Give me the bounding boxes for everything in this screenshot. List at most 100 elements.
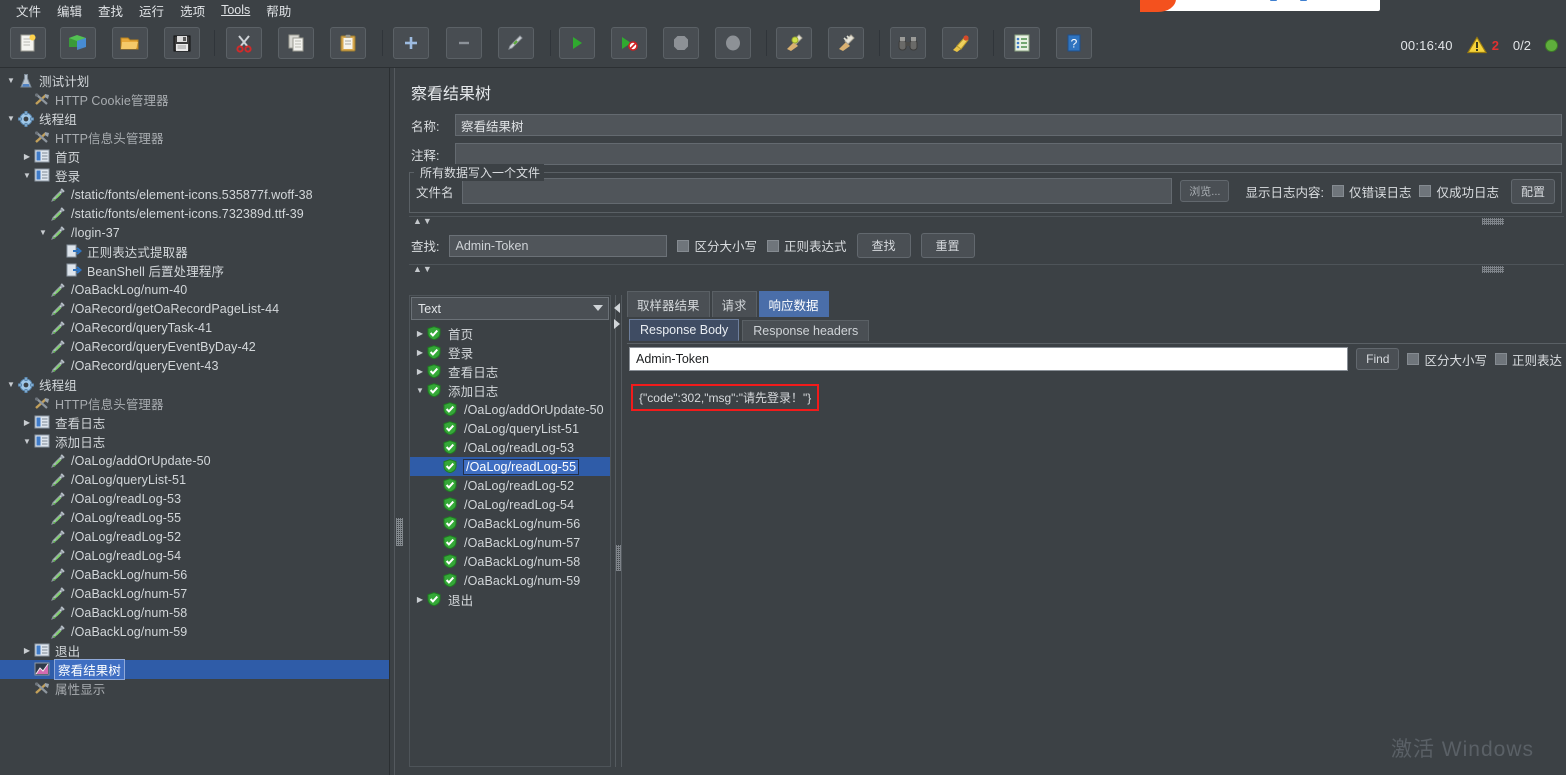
help-button[interactable]: ? (1056, 27, 1092, 59)
errors-only-checkbox[interactable] (1331, 185, 1344, 197)
menu-edit[interactable]: 编辑 (49, 0, 90, 22)
warning-indicator[interactable]: 2 (1466, 36, 1499, 54)
search-regex-checkbox[interactable] (767, 239, 779, 252)
split-collapse-arrows-icon-2[interactable]: ▲▼ (413, 264, 433, 275)
tree-node-sampler-addorupdate-50[interactable]: /OaLog/addOrUpdate-50 (0, 451, 389, 470)
tree-node-http-header-manager-1[interactable]: HTTP信息头管理器 (0, 128, 389, 147)
search-reset-button[interactable] (942, 27, 978, 59)
collapse-all-button[interactable] (446, 27, 482, 59)
tree-node-property-display[interactable]: 属性显示 (0, 679, 389, 698)
search-find-button[interactable]: 查找 (856, 233, 911, 258)
menu-help[interactable]: 帮助 (258, 0, 299, 22)
browse-button[interactable]: 浏览... (1180, 180, 1230, 202)
tree-node-sampler-oabacklog-num-59[interactable]: /OaBackLog/num-59 (0, 622, 389, 641)
tree-twisty-expanded-icon[interactable]: ▼ (4, 380, 18, 389)
results-splitter[interactable] (612, 295, 624, 767)
errors-only-checkbox-wrap[interactable]: 仅错误日志 (1331, 182, 1411, 201)
configure-button[interactable]: 配置 (1510, 178, 1555, 204)
tree-node-thread-group-1[interactable]: ▼ 线程组 (0, 109, 389, 128)
result-node-add-log[interactable]: ▼ 添加日志 (410, 381, 610, 400)
tree-node-sampler-oabacklog-num-58[interactable]: /OaBackLog/num-58 (0, 603, 389, 622)
tree-node-thread-group-2[interactable]: ▼ 线程组 (0, 375, 389, 394)
stop-button[interactable] (663, 27, 699, 59)
search-button[interactable] (890, 27, 926, 59)
split-grip-upper[interactable] (1482, 218, 1504, 225)
tree-twisty-expanded-icon[interactable]: ▼ (4, 76, 18, 85)
tree-node-sampler-readlog-54[interactable]: /OaLog/readLog-54 (0, 546, 389, 565)
clear-button[interactable] (776, 27, 812, 59)
tree-node-sampler-getoarecordpagelist-44[interactable]: /OaRecord/getOaRecordPageList-44 (0, 299, 389, 318)
response-case-sensitive-checkbox[interactable] (1407, 353, 1420, 365)
start-button[interactable] (559, 27, 595, 59)
menu-options[interactable]: 选项 (172, 0, 213, 22)
result-node-logout[interactable]: ▶ 退出 (410, 590, 610, 609)
successes-only-checkbox[interactable] (1419, 185, 1432, 197)
upper-split-handle[interactable]: ▲▼ (409, 216, 1564, 227)
tree-node-sampler-oabacklog-num-57[interactable]: /OaBackLog/num-57 (0, 584, 389, 603)
save-button[interactable] (164, 27, 200, 59)
result-node-querylist-51[interactable]: /OaLog/queryList-51 (410, 419, 610, 438)
result-twisty-collapsed-icon[interactable]: ▶ (413, 595, 427, 604)
response-regex-wrap[interactable]: 正则表达 (1494, 350, 1562, 369)
result-node-home[interactable]: ▶ 首页 (410, 324, 610, 343)
split-collapse-arrows-icon[interactable]: ▲▼ (413, 216, 433, 227)
tree-node-sampler-queryevent-43[interactable]: /OaRecord/queryEvent-43 (0, 356, 389, 375)
tree-node-controller-login[interactable]: ▼ 登录 (0, 166, 389, 185)
tree-node-regex-extractor[interactable]: 正则表达式提取器 (0, 242, 389, 261)
result-node-readlog-52[interactable]: /OaLog/readLog-52 (410, 476, 610, 495)
tree-node-controller-logout[interactable]: ▶ 退出 (0, 641, 389, 660)
result-twisty-collapsed-icon[interactable]: ▶ (413, 348, 427, 357)
tree-twisty-collapsed-icon[interactable]: ▶ (20, 152, 34, 161)
tree-twisty-expanded-icon[interactable]: ▼ (20, 437, 34, 446)
menu-tools[interactable]: Tools (213, 1, 258, 19)
tree-node-sampler-readlog-55[interactable]: /OaLog/readLog-55 (0, 508, 389, 527)
tree-twisty-collapsed-icon[interactable]: ▶ (20, 418, 34, 427)
tree-node-http-header-manager-2[interactable]: HTTP信息头管理器 (0, 394, 389, 413)
tree-twisty-expanded-icon[interactable]: ▼ (36, 228, 50, 237)
result-node-login[interactable]: ▶ 登录 (410, 343, 610, 362)
cut-button[interactable] (226, 27, 262, 59)
search-reset-button[interactable]: 重置 (920, 233, 975, 258)
tree-node-sampler-woff-38[interactable]: /static/fonts/element-icons.535877f.woff… (0, 185, 389, 204)
filename-input[interactable] (461, 178, 1173, 204)
result-node-readlog-55[interactable]: /OaLog/readLog-55 (410, 457, 610, 476)
tree-node-sampler-login-37[interactable]: ▼ /login-37 (0, 223, 389, 242)
tree-node-view-results-tree[interactable]: 察看结果树 (0, 659, 389, 680)
function-helper-button[interactable] (1004, 27, 1040, 59)
shutdown-button[interactable] (715, 27, 751, 59)
templates-button[interactable] (60, 27, 96, 59)
tree-twisty-collapsed-icon[interactable]: ▶ (20, 646, 34, 655)
start-no-pauses-button[interactable] (611, 27, 647, 59)
result-twisty-collapsed-icon[interactable]: ▶ (413, 329, 427, 338)
paste-button[interactable] (330, 27, 366, 59)
tree-twisty-expanded-icon[interactable]: ▼ (4, 114, 18, 123)
lower-split-handle[interactable]: ▲▼ (409, 264, 1564, 275)
split-grip-lower[interactable] (1482, 266, 1504, 273)
tree-node-sampler-queryeventbyday-42[interactable]: /OaRecord/queryEventByDay-42 (0, 337, 389, 356)
toggle-button[interactable] (498, 27, 534, 59)
response-body-text-area[interactable]: {"code":302,"msg":"请先登录！"} (629, 378, 1566, 767)
clear-all-button[interactable] (828, 27, 864, 59)
new-button[interactable] (10, 27, 46, 59)
tree-node-beanshell-postprocessor[interactable]: BeanShell 后置处理程序 (0, 261, 389, 280)
comment-input[interactable] (455, 143, 1562, 165)
tab-response-data[interactable]: 响应数据 (758, 291, 829, 317)
tree-node-http-cookie-manager[interactable]: HTTP Cookie管理器 (0, 90, 389, 109)
result-node-addorupdate-50[interactable]: /OaLog/addOrUpdate-50 (410, 400, 610, 419)
result-node-oabacklog-num-57[interactable]: /OaBackLog/num-57 (410, 533, 610, 552)
tree-node-test-plan[interactable]: ▼ 测试计划 (0, 71, 389, 90)
result-node-oabacklog-num-59[interactable]: /OaBackLog/num-59 (410, 571, 610, 590)
tree-node-controller-home[interactable]: ▶ 首页 (0, 147, 389, 166)
response-find-button[interactable]: Find (1356, 348, 1400, 370)
tree-node-sampler-readlog-53[interactable]: /OaLog/readLog-53 (0, 489, 389, 508)
response-case-sensitive-wrap[interactable]: 区分大小写 (1407, 350, 1487, 369)
result-node-readlog-54[interactable]: /OaLog/readLog-54 (410, 495, 610, 514)
result-node-readlog-53[interactable]: /OaLog/readLog-53 (410, 438, 610, 457)
tab-response-headers[interactable]: Response headers (742, 320, 870, 341)
tree-node-controller-add-log[interactable]: ▼ 添加日志 (0, 432, 389, 451)
tab-request[interactable]: 请求 (711, 291, 757, 317)
tree-twisty-expanded-icon[interactable]: ▼ (20, 171, 34, 180)
response-find-input[interactable] (629, 347, 1349, 371)
splitter-collapse-left-icon[interactable] (614, 303, 620, 313)
tab-response-body[interactable]: Response Body (629, 319, 740, 341)
